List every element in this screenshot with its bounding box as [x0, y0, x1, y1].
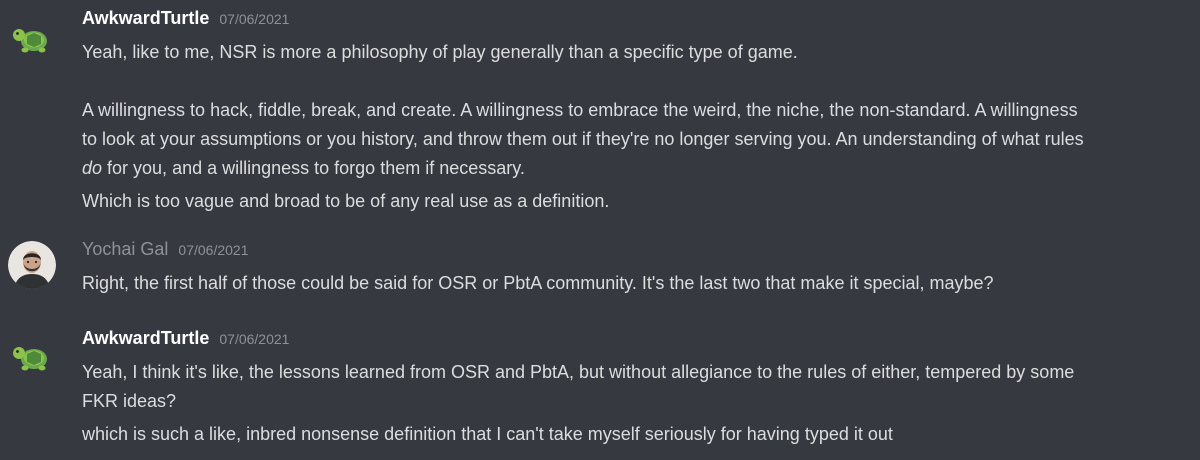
message-group: Yochai Gal 07/06/2021 Right, the first h…: [0, 239, 1200, 303]
message-text: FKR ideas?: [82, 391, 177, 411]
timestamp: 07/06/2021: [219, 331, 290, 347]
message-group: AwkwardTurtle 07/06/2021 Yeah, I think i…: [0, 328, 1200, 453]
message-header: Yochai Gal 07/06/2021: [82, 239, 248, 267]
message-text: do for you, and a willingness to forgo t…: [82, 154, 1182, 183]
username[interactable]: AwkwardTurtle: [82, 328, 209, 349]
message-text: Yeah, like to me, NSR is more a philosop…: [82, 42, 798, 62]
message-text: Right, the first half of those could be …: [82, 273, 994, 293]
turtle-icon[interactable]: [8, 332, 56, 380]
message-header: AwkwardTurtle 07/06/2021: [82, 328, 289, 356]
user-photo-avatar[interactable]: [8, 241, 56, 289]
chat-log: AwkwardTurtle 07/06/2021 Yeah, like to m…: [0, 0, 1200, 460]
message-text: Yeah, I think it's like, the lessons lea…: [82, 362, 1075, 382]
timestamp: 07/06/2021: [219, 11, 290, 27]
message-text-part: for you, and a willingness to forgo them…: [102, 158, 525, 178]
message-text: A willingness to hack, fiddle, break, an…: [82, 100, 1078, 120]
message-body: Right, the first half of those could be …: [82, 269, 1182, 298]
message-text: which is such a like, inbred nonsense de…: [82, 424, 893, 444]
username[interactable]: Yochai Gal: [82, 239, 168, 260]
username[interactable]: AwkwardTurtle: [82, 8, 209, 29]
turtle-icon[interactable]: [8, 14, 56, 62]
message-text: to look at your assumptions or you histo…: [82, 129, 1084, 149]
message-body: Yeah, I think it's like, the lessons lea…: [82, 358, 1182, 449]
timestamp: 07/06/2021: [178, 242, 249, 258]
message-group: AwkwardTurtle 07/06/2021 Yeah, like to m…: [0, 8, 1200, 213]
message-text: Which is too vague and broad to be of an…: [82, 191, 610, 211]
message-body: Yeah, like to me, NSR is more a philosop…: [82, 38, 1182, 216]
message-header: AwkwardTurtle 07/06/2021: [82, 8, 289, 36]
emphasis-text: do: [82, 158, 103, 178]
